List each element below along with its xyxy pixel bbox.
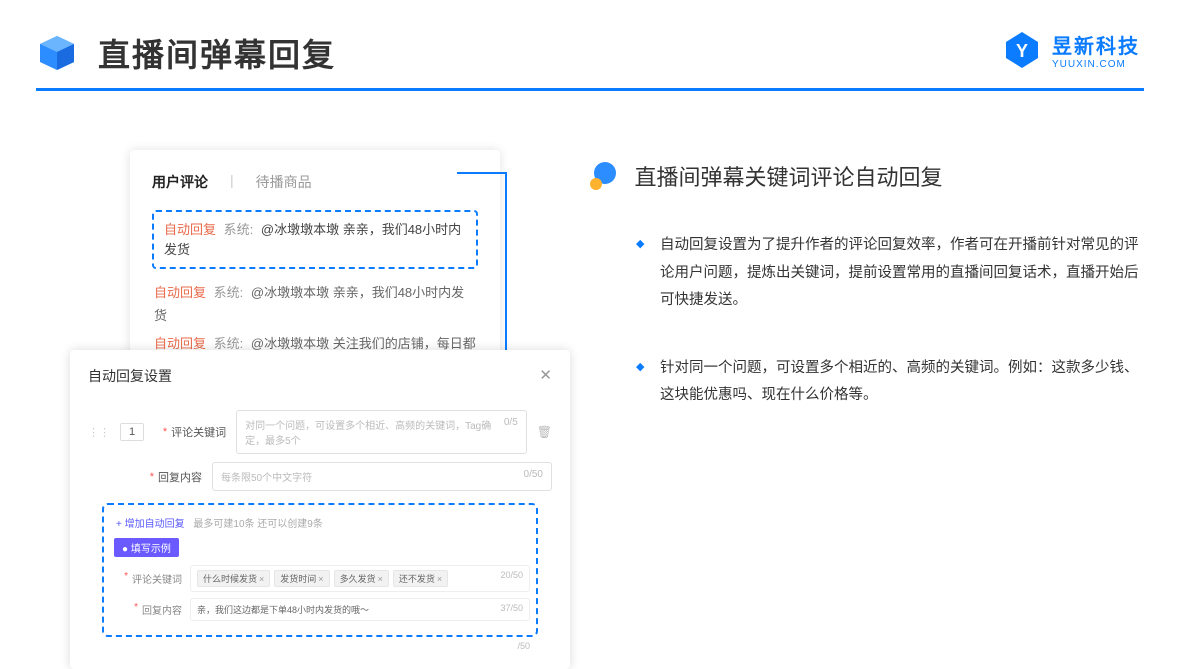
brand-cn: 昱新科技	[1052, 30, 1140, 59]
system-label: 系统:	[214, 285, 244, 300]
char-count: 37/50	[500, 603, 523, 613]
tab-divider: |	[230, 172, 234, 192]
mini-content-label: *回复内容	[110, 602, 182, 617]
brand-en: YUUXIN.COM	[1052, 59, 1140, 70]
mini-content-input[interactable]: 亲，我们这边都是下单48小时内发货的哦～ 37/50	[190, 598, 530, 621]
brand-logo: Y 昱新科技 YUUXIN.COM	[1002, 30, 1140, 70]
drag-handle-icon[interactable]: ⋮⋮	[88, 426, 110, 439]
mini-keyword-input[interactable]: 什么时候发货× 发货时间× 多久发货× 还不发货× 20/50	[190, 565, 530, 592]
keyword-label: *评论关键词	[154, 424, 226, 440]
keyword-input[interactable]: 对同一个问题，可设置多个相近、高频的关键词，Tag确定，最多5个 0/5	[236, 410, 527, 454]
settings-card: 自动回复设置 ✕ ⋮⋮ 1 *评论关键词 对同一个问题，可设置多个相近、高频的关…	[70, 350, 570, 669]
char-count: 0/5	[504, 417, 518, 428]
section-title: 直播间弹幕关键词评论自动回复	[634, 160, 942, 192]
tab-pending-goods[interactable]: 待播商品	[256, 172, 312, 192]
add-hint: 最多可建10条 还可以创建9条	[193, 519, 322, 530]
auto-reply-tag: 自动回复	[164, 222, 216, 237]
highlighted-comment: 自动回复 系统: @冰墩墩本墩 亲亲，我们48小时内发货	[152, 210, 478, 269]
divider	[36, 88, 1144, 91]
brand-icon: Y	[1002, 30, 1042, 70]
bullet-item: 针对同一个问题，可设置多个相近的、高频的关键词。例如：这款多少钱、这块能优惠吗、…	[644, 355, 1140, 410]
index-box: 1	[120, 423, 144, 441]
cube-icon	[36, 32, 78, 74]
auto-reply-tag: 自动回复	[154, 285, 206, 300]
char-count: 20/50	[500, 570, 523, 580]
connector-line	[457, 172, 505, 174]
mini-keyword-label: *评论关键词	[110, 571, 182, 586]
delete-icon[interactable]: 🗑	[537, 425, 552, 439]
auto-reply-tag: 自动回复	[154, 336, 206, 351]
tab-user-comments[interactable]: 用户评论	[152, 172, 208, 192]
content-label: *回复内容	[130, 469, 202, 485]
char-count: 0/50	[524, 469, 543, 480]
comment-row: 自动回复 系统: @冰墩墩本墩 亲亲，我们48小时内发货	[152, 281, 478, 328]
keyword-chip[interactable]: 多久发货×	[334, 570, 389, 587]
content-input[interactable]: 每条限50个中文字符 0/50	[212, 462, 552, 491]
settings-title: 自动回复设置	[88, 366, 172, 386]
add-reply-link[interactable]: + 增加自动回复 最多可建10条 还可以创建9条	[110, 515, 530, 530]
example-badge: ● 填写示例	[114, 538, 179, 557]
outer-count: /50	[88, 637, 552, 651]
section-icon	[590, 162, 618, 190]
system-label: 系统:	[224, 222, 254, 237]
page-title: 直播间弹幕回复	[98, 30, 336, 76]
keyword-chip[interactable]: 发货时间×	[274, 570, 329, 587]
bullet-item: 自动回复设置为了提升作者的评论回复效率，作者可在开播前针对常见的评论用户问题，提…	[644, 232, 1140, 315]
close-icon[interactable]: ✕	[539, 366, 552, 386]
example-box: + 增加自动回复 最多可建10条 还可以创建9条 ● 填写示例 *评论关键词 什…	[102, 503, 538, 637]
system-label: 系统:	[214, 336, 244, 351]
keyword-chip[interactable]: 还不发货×	[393, 570, 448, 587]
keyword-chip[interactable]: 什么时候发货×	[197, 570, 270, 587]
svg-text:Y: Y	[1016, 41, 1028, 61]
